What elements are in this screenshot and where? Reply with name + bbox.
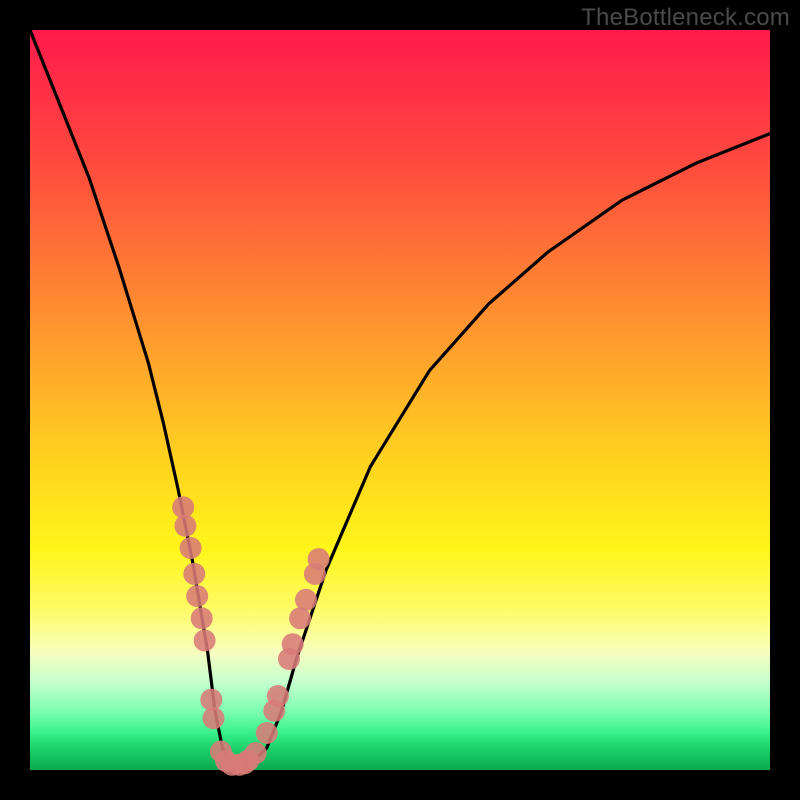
scatter-dot — [256, 722, 278, 744]
watermark-text: TheBottleneck.com — [581, 4, 790, 32]
scatter-dot — [267, 685, 289, 707]
scatter-dot — [174, 515, 196, 537]
scatter-dot — [295, 589, 317, 611]
scatter-dot — [172, 496, 194, 518]
curve-group — [30, 30, 770, 770]
scatter-dots — [172, 496, 329, 776]
scatter-dot — [180, 537, 202, 559]
scatter-dot — [245, 742, 267, 764]
chart-frame: TheBottleneck.com — [0, 0, 800, 800]
scatter-dot — [191, 607, 213, 629]
scatter-dot — [200, 689, 222, 711]
scatter-dot — [186, 585, 208, 607]
scatter-dot — [194, 630, 216, 652]
chart-overlay — [0, 0, 800, 800]
scatter-dot — [308, 548, 330, 570]
scatter-dot — [183, 563, 205, 585]
scatter-dot — [282, 633, 304, 655]
scatter-dot — [203, 707, 225, 729]
bottleneck-curve — [30, 30, 770, 770]
